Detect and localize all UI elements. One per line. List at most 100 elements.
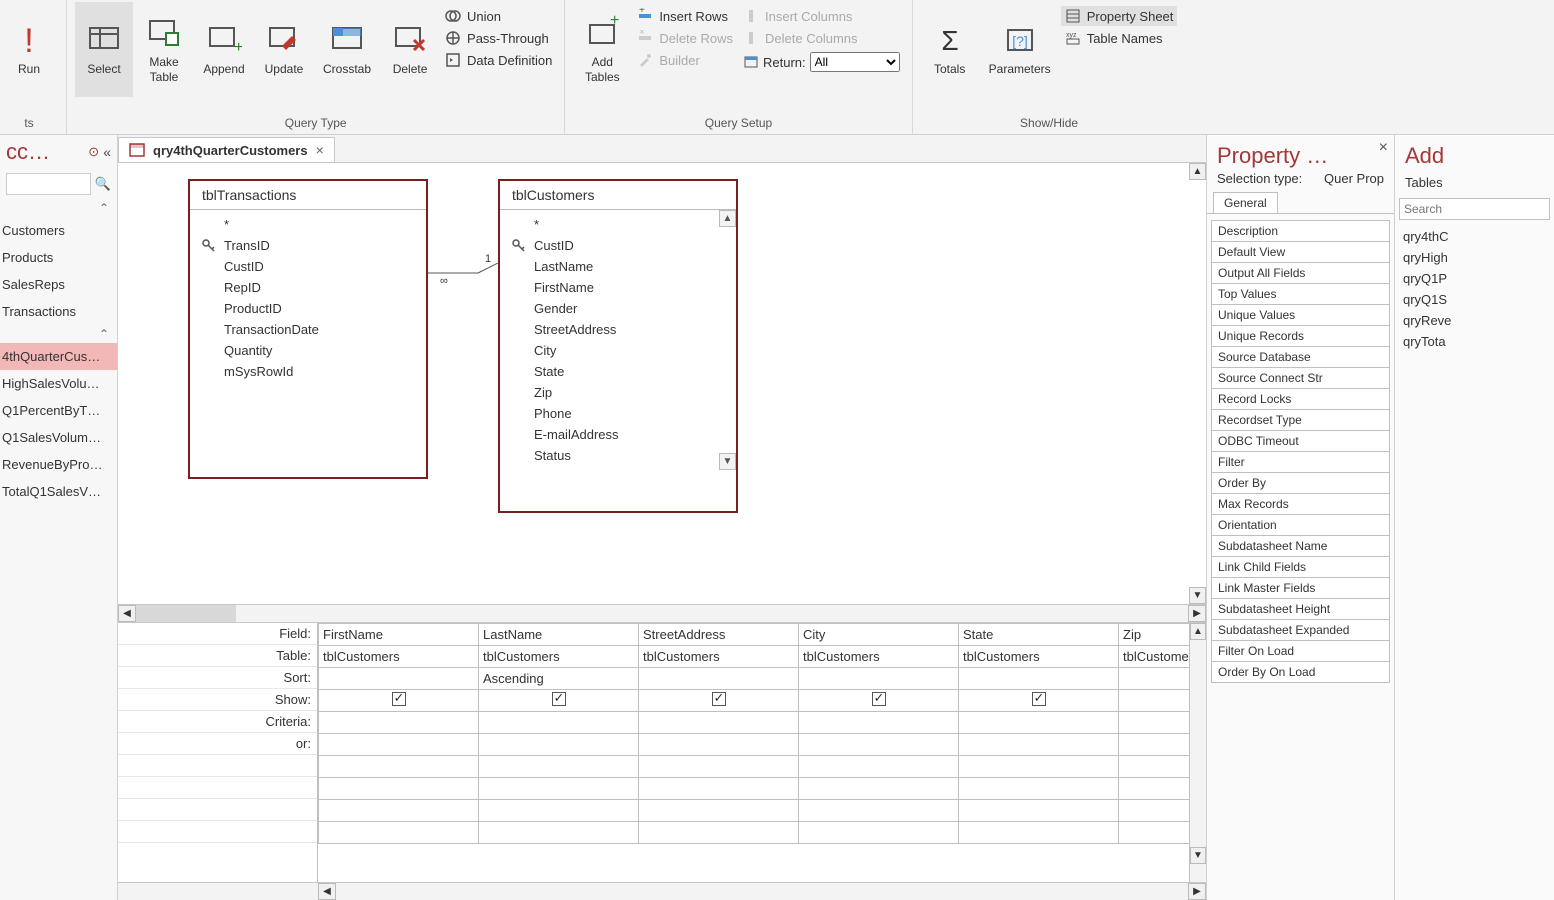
qbe-cell[interactable] [479,712,639,734]
qbe-cell[interactable] [319,668,479,690]
field-item[interactable]: E-mailAddress [500,424,736,445]
surface-scroll-up[interactable]: ▲ [1189,163,1206,180]
add-search-input[interactable] [1399,198,1550,220]
qbe-cell[interactable] [319,778,479,800]
qbe-cell[interactable] [639,800,799,822]
property-item[interactable]: Description [1211,220,1390,242]
hscroll-left[interactable]: ◀ [118,605,136,622]
nav-collapse-button[interactable]: « [103,144,111,160]
field-item[interactable]: LastName [500,256,736,277]
qbe-cell[interactable]: tblCustomers [319,646,479,668]
show-checkbox[interactable] [1032,692,1046,706]
tab-close-button[interactable]: × [316,142,324,158]
qbe-cell[interactable]: Ascending [479,668,639,690]
nav-search-input[interactable] [6,173,91,195]
property-item[interactable]: Orientation [1211,515,1390,536]
qbe-cell[interactable] [799,734,959,756]
surface-scroll-down[interactable]: ▼ [1189,587,1206,604]
pass-through-button[interactable]: Pass-Through [441,28,556,48]
qbe-cell[interactable] [1119,800,1190,822]
property-item[interactable]: Filter On Load [1211,641,1390,662]
nav-query-item[interactable]: HighSalesVolu… [0,370,117,397]
add-list-item[interactable]: qryTota [1395,331,1554,352]
property-item[interactable]: Max Records [1211,494,1390,515]
field-item[interactable]: City [500,340,736,361]
add-list-item[interactable]: qryQ1P [1395,268,1554,289]
nav-dropdown-icon[interactable]: ⊙ [88,144,99,160]
property-item[interactable]: Output All Fields [1211,263,1390,284]
qbe-cell[interactable] [319,822,479,844]
property-item[interactable]: ODBC Timeout [1211,431,1390,452]
field-item[interactable]: Phone [500,403,736,424]
qbe-cell[interactable] [959,734,1119,756]
field-item[interactable]: Status [500,445,736,466]
qbe-cell[interactable] [1119,712,1190,734]
show-checkbox[interactable] [392,692,406,706]
qbe-cell[interactable] [639,690,799,712]
qbe-cell[interactable]: Zip [1119,624,1190,646]
qbe-cell[interactable] [799,800,959,822]
nav-table-item[interactable]: Customers [0,217,117,244]
qbe-hscroll-right[interactable]: ▶ [1188,883,1206,900]
show-checkbox[interactable] [712,692,726,706]
show-checkbox[interactable] [552,692,566,706]
qbe-cell[interactable]: City [799,624,959,646]
field-item[interactable]: * [190,214,426,235]
field-item[interactable]: FirstName [500,277,736,298]
nav-query-item[interactable]: RevenueByPro… [0,451,117,478]
property-item[interactable]: Link Child Fields [1211,557,1390,578]
delete-button[interactable]: Delete [381,2,439,97]
field-item[interactable]: StreetAddress [500,319,736,340]
nav-query-item[interactable]: 4thQuarterCus… [0,343,117,370]
qbe-cell[interactable] [1119,668,1190,690]
qbe-cell[interactable]: State [959,624,1119,646]
property-item[interactable]: Subdatasheet Name [1211,536,1390,557]
qbe-cell[interactable] [799,668,959,690]
field-item[interactable]: ProductID [190,298,426,319]
property-item[interactable]: Filter [1211,452,1390,473]
union-button[interactable]: Union [441,6,556,26]
qbe-cell[interactable] [639,822,799,844]
field-item[interactable]: * [500,214,736,235]
nav-table-item[interactable]: Transactions [0,298,117,325]
hscroll-right[interactable]: ▶ [1188,605,1206,622]
property-tab-general[interactable]: General [1213,192,1278,213]
qbe-cell[interactable]: tblCustomers [479,646,639,668]
field-item[interactable]: CustID [500,235,736,256]
qbe-cell[interactable] [479,822,639,844]
surface-hscroll[interactable]: ◀ ▶ [118,604,1206,622]
field-item[interactable]: CustID [190,256,426,277]
show-checkbox[interactable] [872,692,886,706]
table-box-tbltransactions[interactable]: tblTransactions *TransIDCustIDRepIDProdu… [188,179,428,479]
qbe-cell[interactable] [959,756,1119,778]
qbe-cell[interactable] [799,778,959,800]
insert-rows-button[interactable]: + Insert Rows [633,6,737,26]
field-item[interactable]: RepID [190,277,426,298]
qbe-cell[interactable] [319,712,479,734]
property-item[interactable]: Source Connect Str [1211,368,1390,389]
field-item[interactable]: Quantity [190,340,426,361]
qbe-cell[interactable] [479,800,639,822]
property-item[interactable]: Link Master Fields [1211,578,1390,599]
qbe-cell[interactable] [319,800,479,822]
property-close-button[interactable]: × [1379,139,1388,157]
qbe-cell[interactable] [959,712,1119,734]
update-button[interactable]: Update [255,2,313,97]
qbe-cell[interactable]: LastName [479,624,639,646]
field-item[interactable]: TransactionDate [190,319,426,340]
qbe-cell[interactable] [959,778,1119,800]
cust-scroll-down[interactable]: ▼ [719,453,736,470]
add-list-item[interactable]: qry4thC [1395,226,1554,247]
table-names-button[interactable]: xyz Table Names [1061,28,1178,48]
property-item[interactable]: Unique Records [1211,326,1390,347]
nav-query-item[interactable]: Q1SalesVolum… [0,424,117,451]
field-item[interactable]: TransID [190,235,426,256]
qbe-cell[interactable] [479,734,639,756]
select-button[interactable]: Select [75,2,133,97]
qbe-cell[interactable]: tblCustomers [1119,646,1190,668]
field-item[interactable]: mSysRowId [190,361,426,382]
make-table-button[interactable]: Make Table [135,2,193,97]
qbe-cell[interactable] [959,668,1119,690]
qbe-cell[interactable] [1119,822,1190,844]
nav-tables-chevron[interactable]: ⌃ [0,199,117,217]
